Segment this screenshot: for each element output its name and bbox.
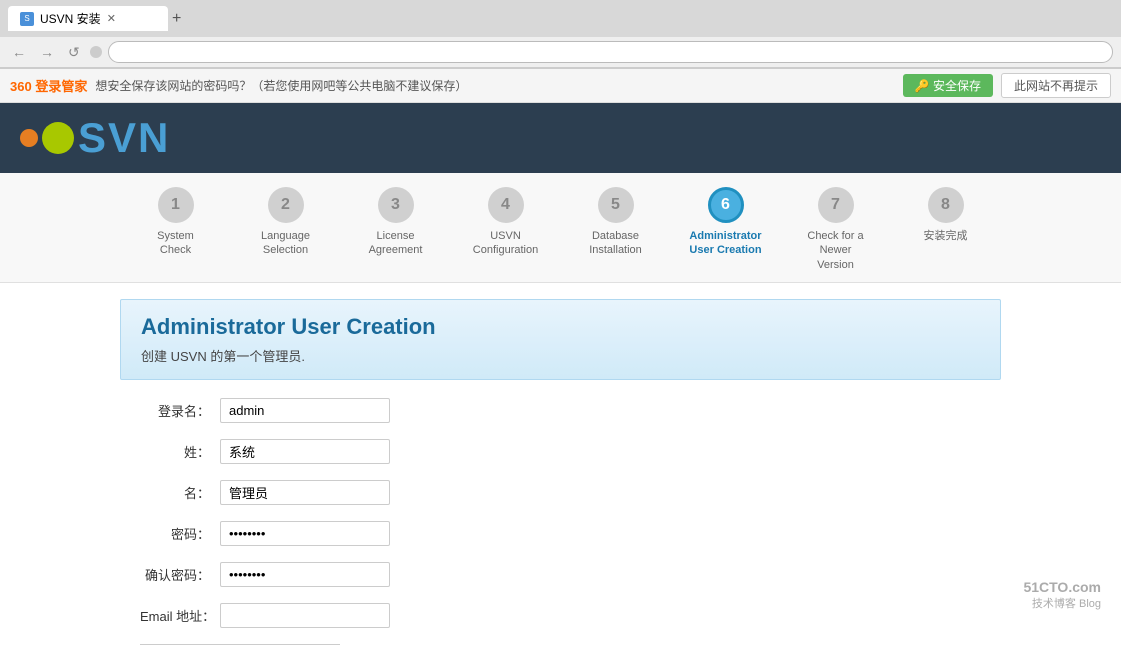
login-label: 登录名： — [140, 401, 220, 420]
forward-button[interactable]: → — [36, 42, 58, 62]
confirm-input[interactable] — [220, 562, 390, 587]
page-content: SVN 1 SystemCheck 2 LanguageSelection 3 … — [0, 103, 1121, 651]
step-2: 2 LanguageSelection — [231, 187, 341, 272]
step-7-circle: 7 — [818, 187, 854, 223]
browser-favicon: S — [20, 12, 34, 26]
page-header-desc: 创建 USVN 的第一个管理员. — [141, 346, 980, 365]
firstname-label: 名： — [140, 483, 220, 502]
step-6: 6 AdministratorUser Creation — [671, 187, 781, 272]
password-label: 密码： — [140, 524, 220, 543]
watermark-line2: 技术博客 Blog — [1023, 595, 1101, 611]
form-area: 登录名： 姓： 名： 密码： 确认密码： Email 地址： — [120, 398, 1001, 651]
new-tab-button[interactable]: + — [172, 10, 181, 28]
home-icon — [90, 46, 102, 58]
firstname-input[interactable] — [220, 480, 390, 505]
security-brand: 360 登录管家 — [10, 76, 87, 95]
url-bar[interactable] — [108, 41, 1113, 63]
main-content: Administrator User Creation 创建 USVN 的第一个… — [0, 299, 1121, 651]
confirm-row: 确认密码： — [140, 562, 981, 587]
step-6-label: AdministratorUser Creation — [689, 229, 761, 258]
svn-logo: SVN — [20, 114, 170, 162]
lastname-row: 姓： — [140, 439, 981, 464]
browser-chrome: S USVN 安装 ✕ + ← → ↺ — [0, 0, 1121, 69]
lastname-input[interactable] — [220, 439, 390, 464]
step-5-circle: 5 — [598, 187, 634, 223]
step-5-label: DatabaseInstallation — [589, 229, 642, 258]
step-1-label: SystemCheck — [157, 229, 194, 258]
confirm-label: 确认密码： — [140, 565, 220, 584]
page-header-box: Administrator User Creation 创建 USVN 的第一个… — [120, 299, 1001, 380]
browser-toolbar: ← → ↺ — [0, 37, 1121, 68]
step-7: 7 Check for aNewerVersion — [781, 187, 891, 272]
watermark: 51CTO.com 技术博客 Blog — [1023, 579, 1101, 611]
step-4-circle: 4 — [488, 187, 524, 223]
browser-titlebar: S USVN 安装 ✕ + — [0, 0, 1121, 37]
firstname-row: 名： — [140, 480, 981, 505]
password-row: 密码： — [140, 521, 981, 546]
step-4-label: USVNConfiguration — [473, 229, 538, 258]
svn-header: SVN — [0, 103, 1121, 173]
tab-title: USVN 安装 — [40, 10, 101, 27]
step-1: 1 SystemCheck — [121, 187, 231, 272]
logo-text: SVN — [78, 114, 170, 162]
step-7-label: Check for aNewerVersion — [807, 229, 863, 272]
security-dismiss-button[interactable]: 此网站不再提示 — [1001, 73, 1111, 98]
email-label: Email 地址： — [140, 606, 220, 625]
step-3: 3 LicenseAgreement — [341, 187, 451, 272]
password-input[interactable] — [220, 521, 390, 546]
security-message: 想安全保存该网站的密码吗？（若您使用网吧等公共电脑不建议保存） — [95, 77, 894, 94]
browser-tab[interactable]: S USVN 安装 ✕ — [8, 6, 168, 31]
login-input[interactable] — [220, 398, 390, 423]
step-6-circle: 6 — [708, 187, 744, 223]
login-row: 登录名： — [140, 398, 981, 423]
step-2-label: LanguageSelection — [261, 229, 310, 258]
email-input[interactable] — [220, 603, 390, 628]
back-button[interactable]: ← — [8, 42, 30, 62]
step-5: 5 DatabaseInstallation — [561, 187, 671, 272]
step-4: 4 USVNConfiguration — [451, 187, 561, 272]
logo-dot-orange — [20, 129, 38, 147]
step-8: 8 安装完成 — [891, 187, 1001, 272]
steps-wizard: 1 SystemCheck 2 LanguageSelection 3 Lice… — [0, 173, 1121, 283]
step-3-circle: 3 — [378, 187, 414, 223]
security-save-button[interactable]: 🔑 安全保存 — [903, 74, 993, 97]
email-row: Email 地址： — [140, 603, 981, 628]
step-8-label: 安装完成 — [924, 229, 968, 243]
step-1-circle: 1 — [158, 187, 194, 223]
page-header-title: Administrator User Creation — [141, 314, 980, 340]
watermark-line1: 51CTO.com — [1023, 579, 1101, 595]
logo-dot-green — [42, 122, 74, 154]
tab-close-button[interactable]: ✕ — [107, 12, 116, 25]
step-8-circle: 8 — [928, 187, 964, 223]
refresh-button[interactable]: ↺ — [64, 42, 84, 63]
security-bar: 360 登录管家 想安全保存该网站的密码吗？（若您使用网吧等公共电脑不建议保存）… — [0, 69, 1121, 103]
lastname-label: 姓： — [140, 442, 220, 461]
form-divider — [140, 644, 340, 645]
step-2-circle: 2 — [268, 187, 304, 223]
step-3-label: LicenseAgreement — [369, 229, 423, 258]
